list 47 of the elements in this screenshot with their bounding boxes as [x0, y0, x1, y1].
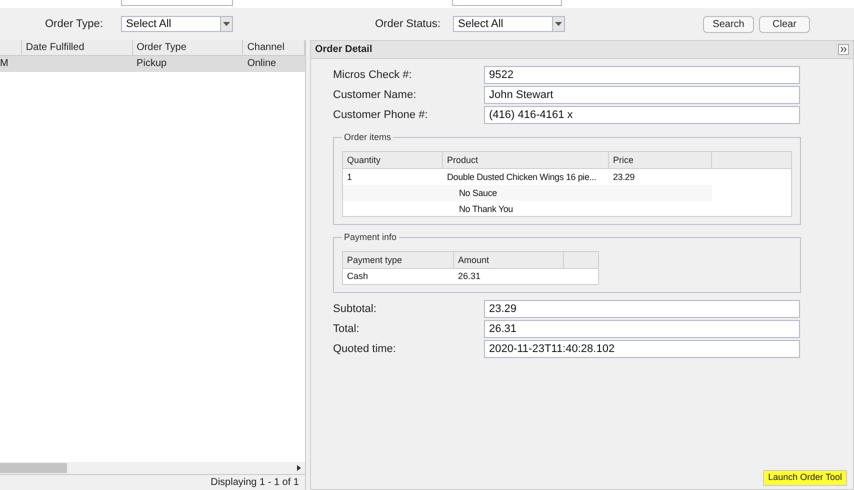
select-field[interactable]: Select All [121, 16, 233, 32]
select-field[interactable]: Select All [453, 16, 565, 32]
input-field[interactable]: 23.29 [484, 300, 800, 318]
table-cell-text: 23.29 [612, 171, 636, 184]
column-header[interactable]: Product [443, 152, 609, 168]
field-label: Total: [333, 322, 360, 337]
fieldset-legend: Payment info [342, 231, 399, 244]
field-label: Customer Phone #: [333, 108, 429, 123]
table-cell-text: Pickup [136, 57, 168, 71]
input-field[interactable]: 9522 [484, 66, 800, 84]
table-cell-text: No Thank You [458, 203, 514, 216]
search-button[interactable]: Search [703, 16, 754, 32]
clear-button[interactable]: Clear [759, 16, 810, 32]
scrollbar-thumb[interactable] [0, 463, 67, 473]
column-header[interactable]: Channel [243, 40, 306, 55]
table-row[interactable]: M Pickup Online [0, 56, 305, 72]
field-label: Micros Check #: [333, 68, 413, 83]
column-header[interactable]: Date Fulfilled [22, 40, 133, 55]
input-field[interactable]: (416) 416-4161 x [484, 106, 800, 124]
input-field[interactable]: John Stewart [484, 86, 800, 104]
paging-status: Displaying 1 - 1 of 1 [210, 476, 299, 490]
table-cell-text: 26.31 [457, 270, 482, 283]
table-cell-text: 1 [346, 171, 353, 184]
table-cell-text: Double Dusted Chicken Wings 16 pie... [446, 171, 598, 184]
scroll-right-icon[interactable] [297, 465, 301, 471]
filter-label: Order Type: [45, 16, 104, 32]
column-header[interactable]: Order Type [132, 40, 244, 55]
input-field[interactable]: 26.31 [484, 320, 800, 338]
field-label: Quoted time: [333, 342, 397, 357]
table-cell-text: Online [246, 57, 278, 71]
column-header[interactable]: Amount [454, 252, 564, 268]
input-field[interactable]: 2020-11-23T11:40:28.102 [484, 340, 800, 358]
table-cell-text: Cash [346, 270, 370, 283]
table-cell-text: M [0, 57, 10, 71]
caret-icon [555, 22, 562, 26]
panel-title: Order Detail [315, 43, 374, 57]
column-header[interactable]: Quantity [343, 152, 443, 168]
launch-order-tool-button[interactable]: Launch Order Tool [763, 470, 847, 486]
caret-icon [223, 22, 230, 26]
collapse-icon[interactable] [838, 44, 849, 55]
horizontal-scrollbar[interactable] [0, 462, 305, 474]
column-header[interactable]: Payment type [343, 252, 454, 268]
filter-label: Order Status: [375, 16, 442, 32]
table-cell-text: No Sauce [458, 187, 498, 200]
field-label: Customer Name: [333, 88, 418, 103]
column-header[interactable]: Price [609, 152, 712, 168]
field-label: Subtotal: [333, 302, 378, 317]
